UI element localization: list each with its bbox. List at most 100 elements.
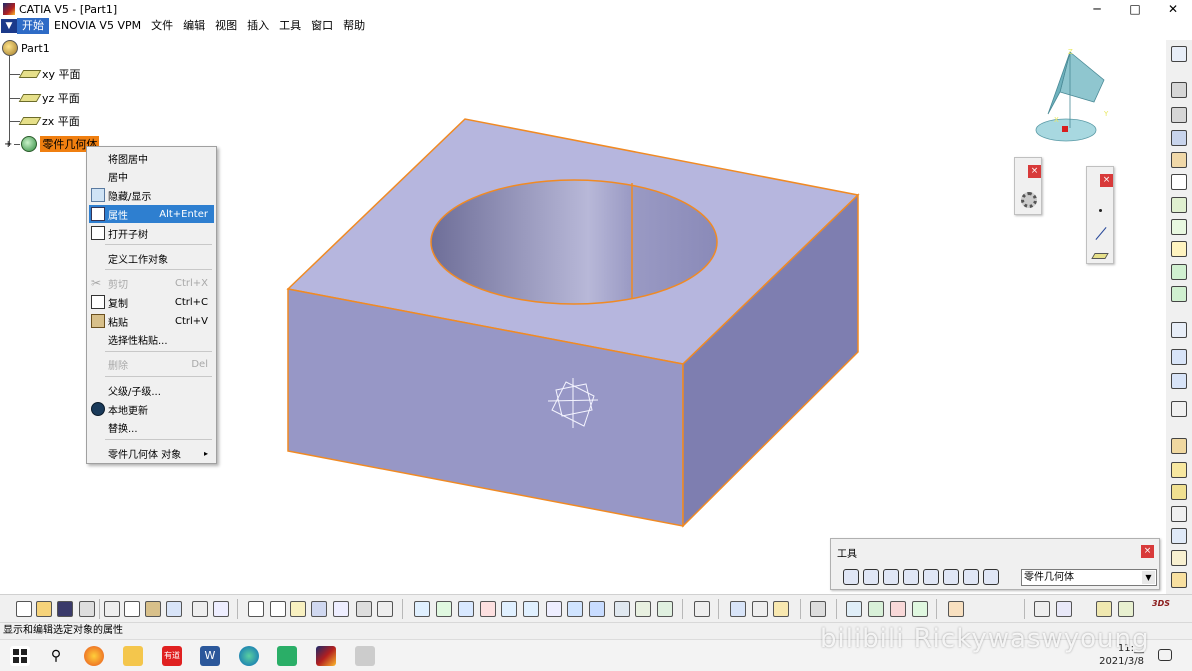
slot-icon[interactable] [1171,219,1187,235]
tree-item-xy-plane[interactable]: xy 平面 [10,66,81,82]
analysis-tool-icon[interactable] [868,601,884,617]
search-icon[interactable]: ⚲ [46,646,66,666]
wechat-icon[interactable] [277,646,297,666]
material-icon[interactable] [810,601,826,617]
normal-view-icon[interactable] [546,601,562,617]
list-icon[interactable] [963,569,979,585]
copy-3d-icon[interactable] [1056,601,1072,617]
notification-icon[interactable] [1158,649,1172,661]
cut-3d-icon[interactable] [1034,601,1050,617]
file-explorer-icon[interactable] [123,646,143,666]
current-body-select[interactable]: 零件几何体 ▼ [1021,569,1157,586]
catia-taskbar-icon[interactable] [316,646,336,666]
chevron-down-icon[interactable]: ▼ [1142,571,1155,584]
zoom-out-icon[interactable] [523,601,539,617]
tree-graph-icon[interactable] [333,601,349,617]
update-all-icon[interactable] [843,569,859,585]
draft-icon[interactable] [1171,438,1187,454]
menu-item-open-subtree[interactable]: 打开子树 [89,224,214,242]
pan-icon[interactable] [458,601,474,617]
menu-item-paste-special[interactable]: 选择性粘贴... [89,330,214,348]
new-file-icon[interactable] [16,601,32,617]
floating-toolbar-right-close-icon[interactable]: × [1100,174,1113,187]
paint-icon[interactable] [948,601,964,617]
windows-start-icon[interactable] [10,646,30,666]
menu-item-body-object[interactable]: 零件几何体 对象 ▸ [89,444,214,462]
menu-start[interactable]: 开始 [17,18,49,34]
hide-show-toolbar-icon[interactable] [635,601,651,617]
hole-icon[interactable] [1171,174,1187,190]
word-icon[interactable]: W [200,646,220,666]
fly-mode-icon[interactable] [414,601,430,617]
menu-item-replace[interactable]: 替换... [89,418,214,436]
pattern-icon[interactable] [1171,349,1187,365]
point-icon[interactable] [1099,209,1102,212]
menu-item-paste[interactable]: 粘贴 Ctrl+V [89,312,214,330]
iso-view-icon[interactable] [589,601,605,617]
menu-item-copy[interactable]: 复制 Ctrl+C [89,293,214,311]
minimize-button[interactable]: ─ [1078,0,1116,18]
redo-icon[interactable] [192,601,208,617]
printer-icon[interactable] [355,646,375,666]
tools-panel-close-icon[interactable]: × [1141,545,1154,558]
sketch-icon[interactable] [1171,46,1187,62]
axis-system-tool-icon[interactable] [883,569,899,585]
cut-icon[interactable] [104,601,120,617]
undo-icon[interactable] [166,601,182,617]
plane-section-icon[interactable] [694,601,710,617]
tree-item-part1[interactable]: Part1 [2,40,50,56]
menu-help[interactable]: 帮助 [338,18,370,34]
menu-item-parents-children[interactable]: 父级/子级... [89,381,214,399]
menu-item-center[interactable]: 居中 [89,167,214,185]
remove-face-icon[interactable] [1171,572,1187,588]
draft-analysis-icon[interactable] [890,601,906,617]
shell-icon[interactable] [1171,506,1187,522]
expand-plus-icon[interactable]: + [4,139,12,150]
menu-item-local-update[interactable]: 本地更新 [89,400,214,418]
body-select-icon[interactable] [983,569,999,585]
pad-icon[interactable] [1171,82,1187,98]
grid-pattern-icon[interactable] [1171,373,1187,389]
firefox-icon[interactable] [84,646,104,666]
edge-icon[interactable] [239,646,259,666]
table-icon[interactable] [311,601,327,617]
mirror-icon[interactable] [1171,322,1187,338]
menu-window[interactable]: 窗口 [306,18,338,34]
menu-view[interactable]: 视图 [210,18,242,34]
multi-view-icon[interactable] [567,601,583,617]
scaling-icon[interactable] [1171,401,1187,417]
menu-item-define-work-object[interactable]: 定义工作对象 [89,249,214,267]
chamfer-icon[interactable] [1171,484,1187,500]
measure-icon[interactable] [903,569,919,585]
thread-icon[interactable] [1171,550,1187,566]
knowledge-icon[interactable] [290,601,306,617]
menu-file[interactable]: 文件 [146,18,178,34]
apply-material-icon[interactable] [846,601,862,617]
swap-visible-space-icon[interactable] [657,601,673,617]
hole-ellipse[interactable] [430,179,718,305]
copy-icon[interactable] [124,601,140,617]
menu-insert[interactable]: 插入 [242,18,274,34]
rib-icon[interactable] [1171,197,1187,213]
catalog-browser-icon[interactable] [356,601,372,617]
remove-loft-icon[interactable] [1171,286,1187,302]
rotate-icon[interactable] [480,601,496,617]
fillet-icon[interactable] [1171,462,1187,478]
loft-icon[interactable] [1171,264,1187,280]
menu-tools[interactable]: 工具 [274,18,306,34]
save-icon[interactable] [57,601,73,617]
reuse-icon[interactable] [1118,601,1134,617]
menu-edit[interactable]: 编辑 [178,18,210,34]
open-folder-icon[interactable] [36,601,52,617]
gear-icon[interactable] [1021,192,1037,208]
thickness-icon[interactable] [1171,528,1187,544]
close-button[interactable]: ✕ [1154,0,1192,18]
floating-toolbar-left-close-icon[interactable]: × [1028,165,1041,178]
line-icon[interactable] [1095,227,1107,240]
shaft-icon[interactable] [1171,130,1187,146]
measure-inertia-icon[interactable] [773,601,789,617]
fit-all-icon[interactable] [436,601,452,617]
formula-icon[interactable] [248,601,264,617]
menu-item-properties[interactable]: 属性 Alt+Enter [89,205,214,223]
ruler-icon[interactable] [377,601,393,617]
